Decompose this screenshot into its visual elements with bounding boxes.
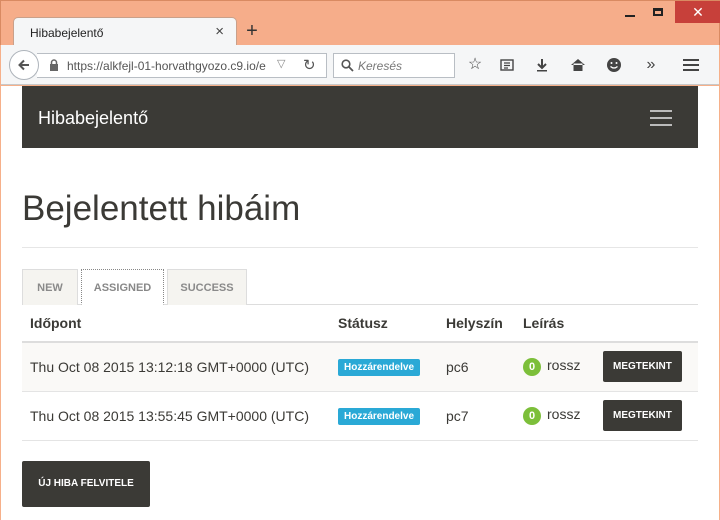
status-badge: Hozzárendelve [338,408,421,425]
new-issue-button[interactable]: ÚJ HIBA FELVITELE [22,461,150,507]
search-placeholder: Keresés [358,59,403,73]
description-text: rossz [547,406,581,422]
browser-toolbar: https://alkfejl-01-horvathgyozo.c9.io/e … [1,45,719,85]
search-icon [341,59,354,72]
lock-icon [50,59,58,71]
download-icon[interactable] [532,55,552,75]
browser-titlebar: Hibabejelentő × + ✕ [0,0,720,47]
url-text: https://alkfejl-01-horvathgyozo.c9.io/e [67,59,266,73]
home-icon[interactable] [568,55,588,75]
window-close-button[interactable]: ✕ [675,1,720,23]
tab-close-icon[interactable]: × [215,24,224,40]
column-header-time: Időpont [22,305,330,343]
view-button[interactable]: MEGTEKINT [603,351,682,383]
status-tabs: NEW ASSIGNED SUCCESS [22,269,698,305]
maximize-button[interactable] [643,1,673,23]
app-brand[interactable]: Hibabejelentő [38,108,148,129]
column-header-actions [595,305,698,343]
hamburger-menu-icon[interactable] [650,110,672,131]
url-dropdown-icon[interactable]: ▽ [277,57,285,70]
search-bar[interactable]: Keresés [333,53,455,78]
cell-action: MEGTEKINT [595,342,698,392]
back-arrow-icon [18,59,29,71]
minimize-icon [625,15,635,17]
cell-status: Hozzárendelve [330,391,438,441]
back-button[interactable] [9,50,39,80]
count-badge: 0 [523,407,541,425]
table-row: Thu Oct 08 2015 13:12:18 GMT+0000 (UTC) … [22,342,698,392]
divider [22,247,698,248]
cell-description: 0 rossz [515,342,595,392]
cell-action: MEGTEKINT [595,391,698,441]
cell-time: Thu Oct 08 2015 13:12:18 GMT+0000 (UTC) [22,342,330,392]
tab-assigned[interactable]: ASSIGNED [81,269,164,305]
table-header-row: Időpont Státusz Helyszín Leírás [22,305,698,343]
browser-tab[interactable]: Hibabejelentő × [13,17,237,47]
view-button[interactable]: MEGTEKINT [603,400,682,431]
url-bar[interactable]: https://alkfejl-01-horvathgyozo.c9.io/e … [37,53,327,78]
maximize-icon [653,8,663,16]
page-content: Hibabejelentő Bejelentett hibáim NEW ASS… [1,86,719,520]
cell-time: Thu Oct 08 2015 13:55:45 GMT+0000 (UTC) [22,391,330,441]
count-badge: 0 [523,358,541,377]
column-header-location: Helyszín [438,305,515,343]
status-badge: Hozzárendelve [338,359,421,377]
reload-icon[interactable]: ↻ [303,56,316,74]
bookmark-star-icon[interactable]: ☆ [465,55,485,75]
page-title: Bejelentett hibáim [22,189,301,228]
menu-icon[interactable] [681,55,701,75]
tab-success[interactable]: SUCCESS [167,269,247,305]
cell-description: 0 rossz [515,391,595,441]
new-tab-button[interactable]: + [241,19,263,43]
column-header-status: Státusz [330,305,438,343]
cell-status: Hozzárendelve [330,342,438,392]
tab-new[interactable]: NEW [22,269,78,305]
description-text: rossz [547,357,581,374]
minimize-button[interactable] [615,1,645,23]
cell-location: pc6 [438,342,515,392]
issues-table: Időpont Státusz Helyszín Leírás Thu Oct … [22,305,698,441]
column-header-description: Leírás [515,305,595,343]
app-navbar: Hibabejelentő [22,86,698,148]
cell-location: pc7 [438,391,515,441]
table-row: Thu Oct 08 2015 13:55:45 GMT+0000 (UTC) … [22,391,698,441]
overflow-chevron-icon[interactable]: » [641,55,661,75]
smiley-icon[interactable] [604,55,624,75]
browser-tab-title: Hibabejelentő [30,26,104,40]
reading-list-icon[interactable] [497,55,517,75]
